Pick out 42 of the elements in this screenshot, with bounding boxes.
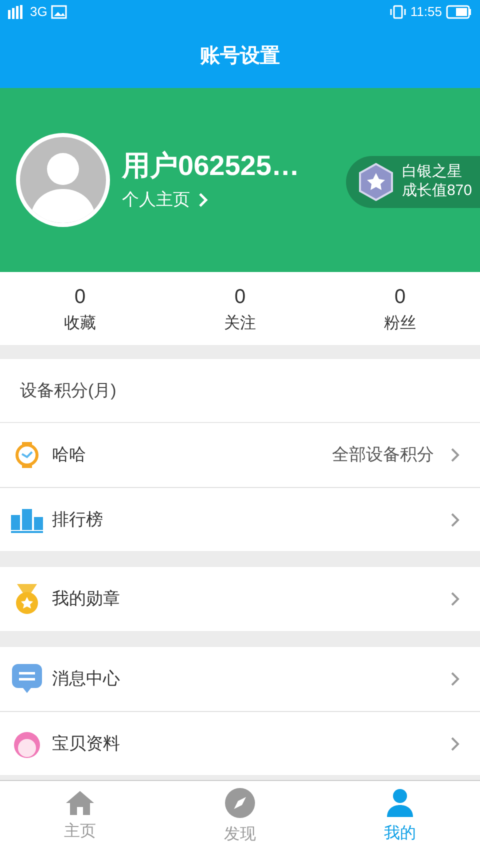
menu-label: 消息中心 xyxy=(52,668,121,690)
stat-count: 0 xyxy=(394,284,406,310)
menu-label: 哈哈 xyxy=(52,444,87,466)
chevron-right-icon xyxy=(450,447,460,463)
star-badge-icon xyxy=(358,163,394,201)
growth-points: 成长值870 xyxy=(402,182,472,201)
level-badge[interactable]: 白银之星 成长值870 xyxy=(346,156,480,208)
menu-row[interactable]: 我的勋章 xyxy=(0,567,480,631)
bar-chart-icon xyxy=(10,506,44,532)
home-icon xyxy=(65,790,95,816)
menu-label: 宝贝资料 xyxy=(52,732,121,755)
menu-row[interactable]: 宝贝资料 xyxy=(0,711,480,775)
menu-row[interactable]: 消息中心 xyxy=(0,647,480,711)
menu-row[interactable]: 排行榜 xyxy=(0,487,480,551)
chevron-right-icon xyxy=(450,671,460,687)
medal-icon xyxy=(13,583,41,615)
battery-icon xyxy=(446,5,472,19)
message-icon xyxy=(11,663,43,695)
watch-icon xyxy=(14,441,40,469)
badge-title: 白银之星 xyxy=(402,163,463,182)
menu-label: 排行榜 xyxy=(52,508,104,531)
user-name: 用户062525… xyxy=(122,148,300,183)
section-title: 设备积分(月) xyxy=(20,380,116,402)
stat-label: 关注 xyxy=(224,314,256,334)
compass-icon xyxy=(224,787,256,819)
image-icon xyxy=(51,5,68,19)
stat-count: 0 xyxy=(234,284,246,310)
vibrate-icon xyxy=(390,5,406,19)
person-icon xyxy=(386,788,414,818)
chevron-right-icon xyxy=(450,591,460,607)
menu-value: 全部设备积分 xyxy=(332,444,434,466)
network-type: 3G xyxy=(30,3,48,22)
chevron-right-icon xyxy=(198,192,208,208)
stat-label: 收藏 xyxy=(64,314,96,334)
menu-row[interactable]: 哈哈 全部设备积分 xyxy=(0,423,480,487)
menu-label: 我的勋章 xyxy=(52,588,121,610)
chevron-right-icon xyxy=(450,736,460,752)
stat-label: 粉丝 xyxy=(384,314,416,334)
page-title: 账号设置 xyxy=(200,44,280,69)
stat-count: 0 xyxy=(74,284,86,310)
chevron-right-icon xyxy=(450,512,460,528)
clock-time: 11:55 xyxy=(410,3,442,22)
